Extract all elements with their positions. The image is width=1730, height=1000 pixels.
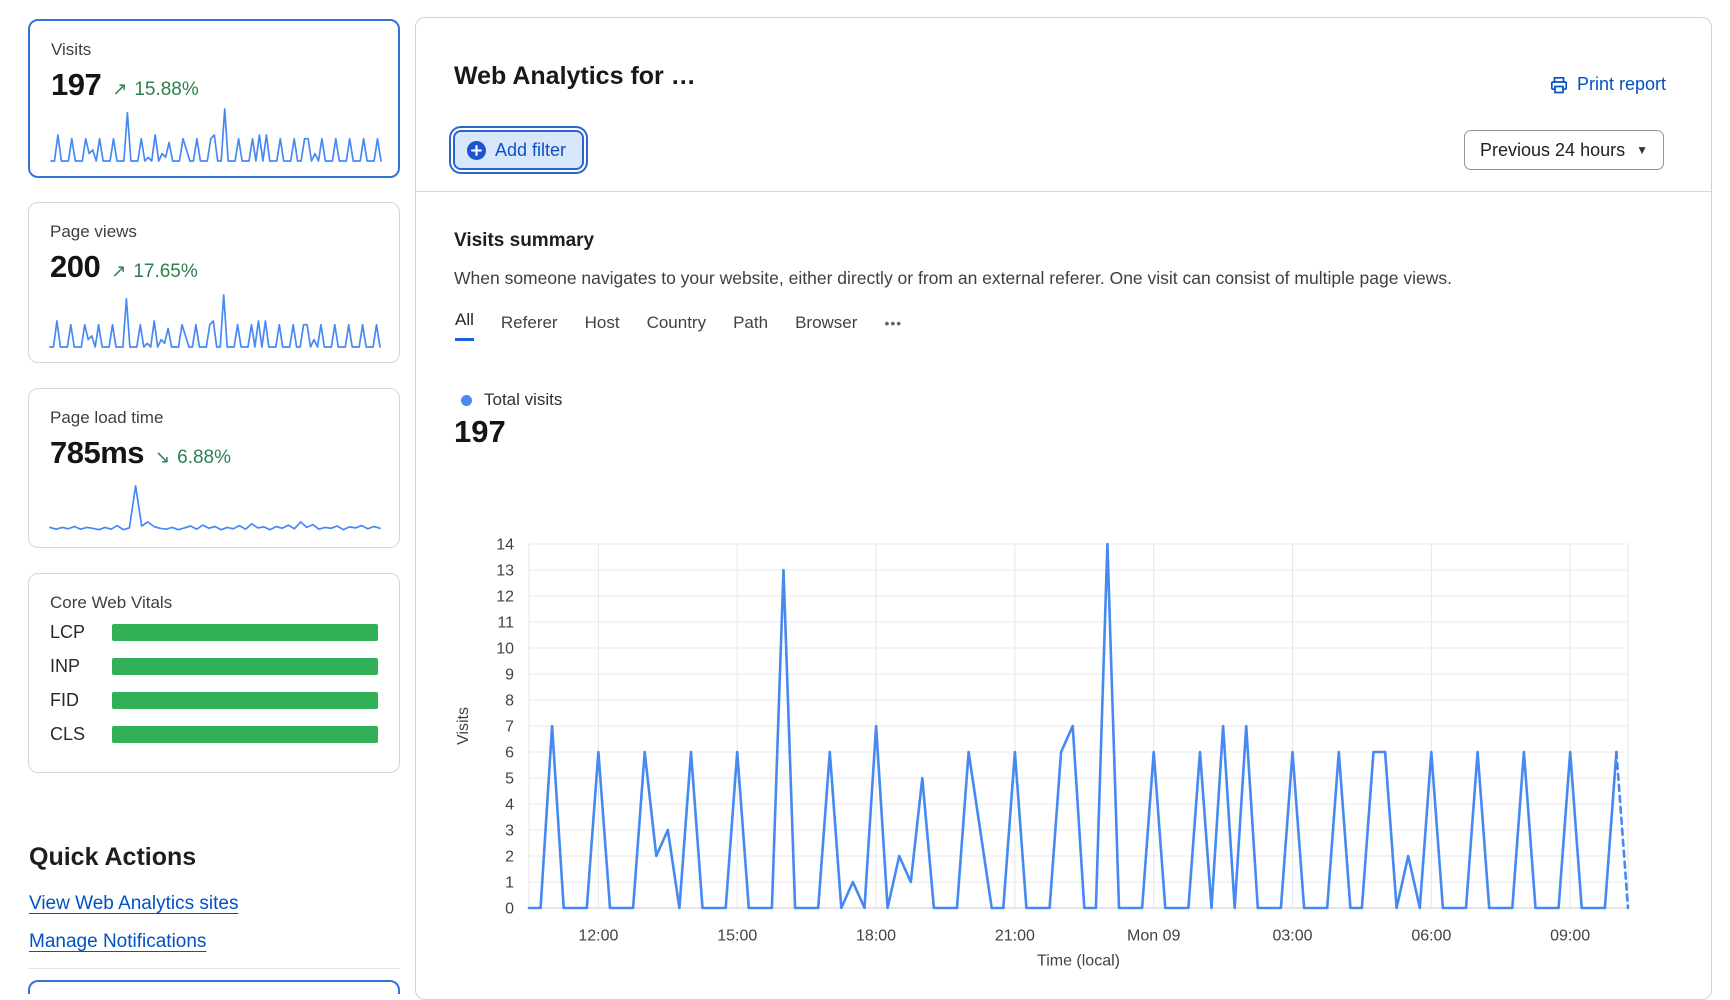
- vital-row-cls: CLS: [50, 719, 378, 749]
- metric-delta: ↗ 15.88%: [112, 79, 199, 101]
- link-manage-notifications[interactable]: Manage Notifications: [29, 931, 206, 953]
- cut-off-card[interactable]: [28, 980, 400, 994]
- tab-browser[interactable]: Browser: [795, 313, 857, 341]
- sparkline-chart: [49, 482, 381, 534]
- vital-label: CLS: [50, 724, 112, 745]
- metric-delta: ↗ 17.65%: [111, 261, 198, 283]
- vital-label: LCP: [50, 622, 112, 643]
- tab-more-icon[interactable]: •••: [884, 315, 902, 341]
- vital-bar-green: [112, 658, 378, 675]
- page-title: Web Analytics for …: [454, 62, 696, 91]
- vital-row-lcp: LCP: [50, 617, 378, 647]
- delta-percent: 6.88%: [177, 447, 231, 469]
- delta-percent: 15.88%: [134, 79, 198, 101]
- core-web-vitals-card: Core Web Vitals LCP INP FID CLS: [28, 573, 400, 773]
- metric-label: Page load time: [50, 408, 378, 428]
- trend-up-icon: ↗: [112, 79, 127, 100]
- print-report-button[interactable]: Print report: [1549, 74, 1666, 95]
- visits-summary-description: When someone navigates to your website, …: [454, 268, 1664, 289]
- visits-summary-title: Visits summary: [454, 230, 594, 252]
- legend-dot-icon: [461, 395, 472, 406]
- sparkline-chart: [50, 105, 382, 163]
- trend-down-icon: ↘: [155, 447, 170, 468]
- header-divider: [416, 191, 1711, 192]
- metric-label: Visits: [51, 40, 377, 60]
- sparkline-chart: [49, 291, 381, 349]
- metric-delta: ↘ 6.88%: [155, 447, 231, 469]
- metric-value: 200: [50, 249, 100, 285]
- plus-circle-icon: [467, 141, 486, 160]
- chart-legend: Total visits: [461, 390, 562, 410]
- summary-tabs: All Referer Host Country Path Browser ••…: [455, 310, 902, 341]
- link-view-web-analytics-sites[interactable]: View Web Analytics sites: [29, 893, 238, 915]
- chevron-down-icon: ▼: [1636, 143, 1648, 157]
- metric-value: 197: [51, 67, 101, 103]
- trend-up-icon: ↗: [111, 261, 126, 282]
- vital-label: INP: [50, 656, 112, 677]
- tab-path[interactable]: Path: [733, 313, 768, 341]
- vital-row-fid: FID: [50, 685, 378, 715]
- vital-bar-green: [112, 624, 378, 641]
- tab-referer[interactable]: Referer: [501, 313, 558, 341]
- web-analytics-panel: Web Analytics for … Print report Add fil…: [415, 17, 1712, 1000]
- core-web-vitals-title: Core Web Vitals: [50, 593, 378, 613]
- tab-host[interactable]: Host: [585, 313, 620, 341]
- quick-actions-title: Quick Actions: [29, 843, 196, 872]
- metric-label: Page views: [50, 222, 378, 242]
- printer-icon: [1549, 75, 1569, 95]
- vital-row-inp: INP: [50, 651, 378, 681]
- tab-all[interactable]: All: [455, 310, 474, 341]
- metric-value: 785ms: [50, 435, 144, 471]
- legend-label: Total visits: [484, 390, 562, 410]
- vital-bar-green: [112, 692, 378, 709]
- tab-country[interactable]: Country: [647, 313, 707, 341]
- metric-card-page-views[interactable]: Page views 200 ↗ 17.65%: [28, 202, 400, 363]
- vital-bar-green: [112, 726, 378, 743]
- delta-percent: 17.65%: [133, 261, 197, 283]
- sidebar-divider: [28, 968, 400, 969]
- print-report-label: Print report: [1577, 74, 1666, 95]
- time-range-dropdown[interactable]: Previous 24 hours ▼: [1464, 130, 1664, 170]
- add-filter-label: Add filter: [495, 140, 566, 161]
- metric-card-visits[interactable]: Visits 197 ↗ 15.88%: [28, 19, 400, 178]
- time-range-value: Previous 24 hours: [1480, 140, 1625, 161]
- vital-label: FID: [50, 690, 112, 711]
- metric-card-page-load-time[interactable]: Page load time 785ms ↘ 6.88%: [28, 388, 400, 548]
- total-visits-value: 197: [454, 414, 506, 450]
- add-filter-button[interactable]: Add filter: [453, 130, 584, 170]
